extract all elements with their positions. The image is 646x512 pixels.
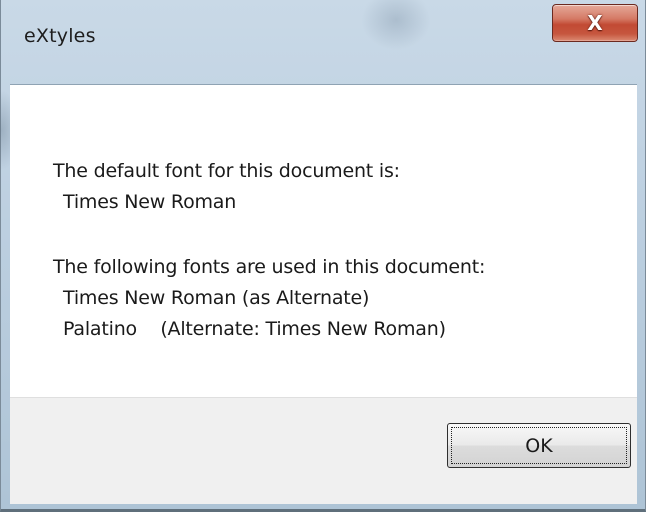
close-icon: X [587, 11, 603, 35]
default-font-value: Times New Roman [63, 191, 237, 213]
ok-focus-rect: OK [451, 427, 627, 464]
dialog-content: The default font for this document is: T… [10, 84, 637, 504]
dialog-window: eXtyles X The default font for this docu… [0, 0, 646, 512]
dialog-footer: OK [10, 397, 637, 504]
ok-button-label: OK [525, 434, 553, 457]
default-font-heading: The default font for this document is: [53, 160, 400, 182]
used-font-item: Palatino (Alternate: Times New Roman) [63, 318, 446, 340]
used-font-item: Times New Roman (as Alternate) [63, 287, 370, 309]
used-fonts-heading: The following fonts are used in this doc… [53, 256, 486, 278]
title-bar[interactable]: eXtyles X [1, 0, 645, 84]
close-button[interactable]: X [552, 4, 638, 42]
window-title: eXtyles [24, 25, 96, 47]
ok-button[interactable]: OK [447, 423, 631, 468]
